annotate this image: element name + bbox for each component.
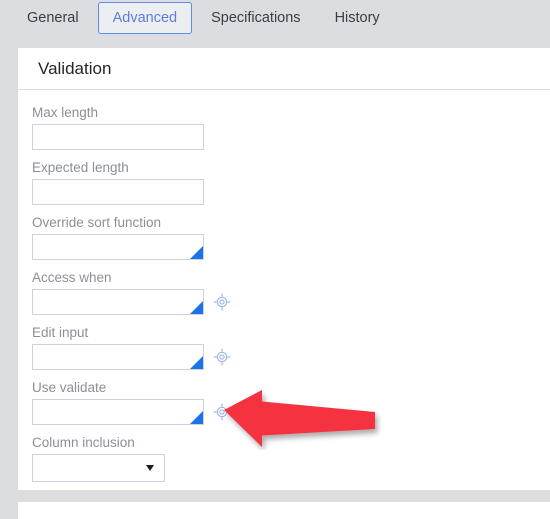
control-row-expected-length xyxy=(32,179,550,205)
textarea-wrap-use-validate xyxy=(32,399,204,425)
crosshair-target-icon[interactable] xyxy=(213,293,231,311)
secondary-panel xyxy=(18,502,550,519)
textarea-wrap-access-when xyxy=(32,289,204,315)
control-row-column-inclusion xyxy=(32,454,550,482)
tab-specifications[interactable]: Specifications xyxy=(196,2,315,34)
label-override-sort-function: Override sort function xyxy=(32,215,162,230)
use-validate-input[interactable] xyxy=(32,399,204,425)
validation-panel: Validation Max length Expected length Ov… xyxy=(18,48,550,490)
field-override-sort-function: Override sort function xyxy=(32,214,550,260)
field-expected-length: Expected length xyxy=(32,159,550,205)
control-row-access-when xyxy=(32,289,550,315)
control-row-use-validate xyxy=(32,399,550,425)
field-access-when: Access when xyxy=(32,269,550,315)
control-row-override-sort-function xyxy=(32,234,550,260)
field-edit-input: Edit input xyxy=(32,324,550,370)
control-row-max-length xyxy=(32,124,550,150)
tab-general[interactable]: General xyxy=(12,2,94,34)
validation-form: Max length Expected length Override sort… xyxy=(18,90,550,482)
tab-history[interactable]: History xyxy=(320,2,395,34)
max-length-input[interactable] xyxy=(32,124,204,150)
override-sort-function-input[interactable] xyxy=(32,234,204,260)
label-use-validate: Use validate xyxy=(32,380,107,395)
crosshair-target-icon[interactable] xyxy=(213,348,231,366)
tab-bar: General Advanced Specifications History xyxy=(0,0,550,36)
control-row-edit-input xyxy=(32,344,550,370)
field-max-length: Max length xyxy=(32,104,550,150)
panel-title: Validation xyxy=(18,48,550,90)
edit-input-input[interactable] xyxy=(32,344,204,370)
crosshair-target-icon[interactable] xyxy=(213,403,231,421)
access-when-input[interactable] xyxy=(32,289,204,315)
label-max-length: Max length xyxy=(32,105,99,120)
label-access-when: Access when xyxy=(32,270,112,285)
textarea-wrap-override-sort-function xyxy=(32,234,204,260)
expected-length-input[interactable] xyxy=(32,179,204,205)
column-inclusion-select[interactable] xyxy=(32,454,165,482)
chevron-down-icon xyxy=(146,465,154,471)
label-edit-input: Edit input xyxy=(32,325,89,340)
label-column-inclusion: Column inclusion xyxy=(32,435,135,450)
textarea-wrap-edit-input xyxy=(32,344,204,370)
tab-advanced[interactable]: Advanced xyxy=(97,2,193,34)
label-expected-length: Expected length xyxy=(32,160,129,175)
field-use-validate: Use validate xyxy=(32,379,550,425)
field-column-inclusion: Column inclusion xyxy=(32,434,550,482)
